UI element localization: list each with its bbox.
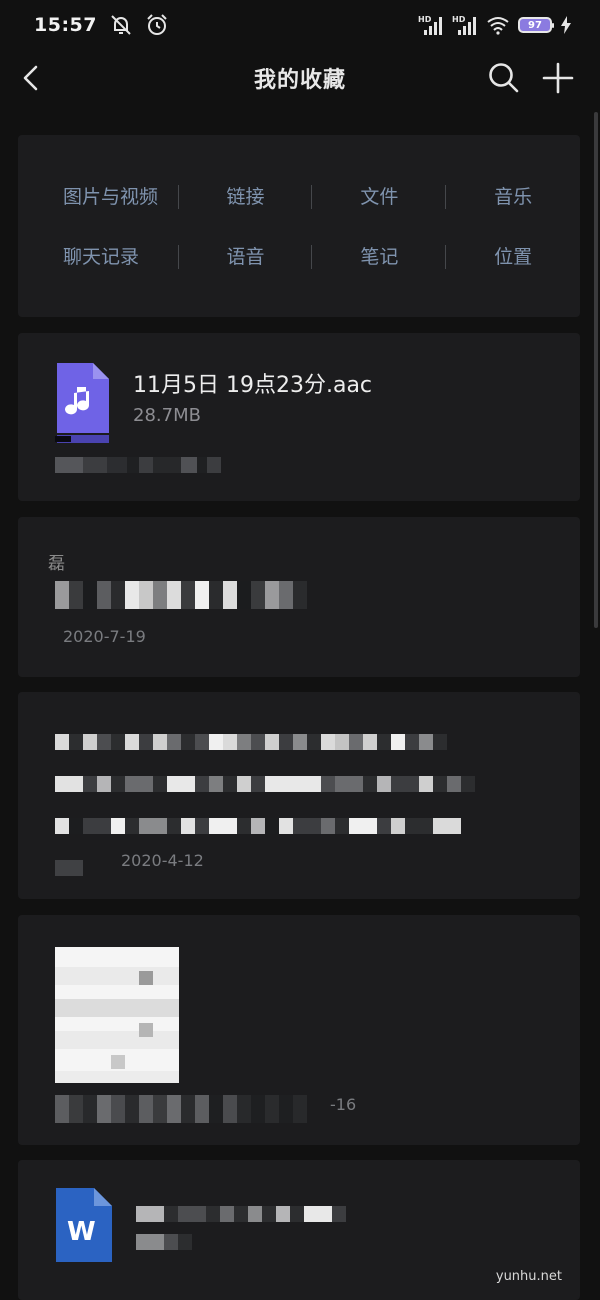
favorite-item-note[interactable]: 2020-4-12 <box>18 692 580 899</box>
music-file-icon <box>55 363 109 443</box>
blurred-text <box>55 776 475 792</box>
filter-location[interactable]: 位置 <box>446 235 580 275</box>
filter-links[interactable]: 链接 <box>179 175 313 215</box>
file-size: 28.7MB <box>133 405 201 426</box>
favorite-item-image[interactable]: -16 <box>18 915 580 1145</box>
watermark: yunhu.net <box>495 1269 562 1284</box>
blurred-text <box>136 1206 346 1222</box>
item-date: 2020-4-12 <box>121 851 204 870</box>
filter-chat-history[interactable]: 聊天记录 <box>18 235 179 275</box>
filter-images-videos[interactable]: 图片与视频 <box>18 175 179 215</box>
search-icon[interactable] <box>486 60 520 94</box>
status-right: HD HD 97 <box>418 14 572 36</box>
status-left: 15:57 <box>34 13 169 37</box>
item-date: 2020-7-19 <box>63 627 146 646</box>
signal-icon: HD <box>418 15 442 35</box>
add-icon[interactable] <box>540 60 576 96</box>
blurred-source <box>55 860 83 876</box>
svg-text:HD: HD <box>452 15 466 24</box>
battery-icon: 97 <box>518 17 554 33</box>
back-icon[interactable] <box>16 62 48 94</box>
filter-voice[interactable]: 语音 <box>179 235 313 275</box>
filter-panel: 图片与视频 链接 文件 音乐 聊天记录 语音 笔记 位置 <box>18 135 580 317</box>
filter-notes[interactable]: 笔记 <box>312 235 447 275</box>
filter-row: 图片与视频 链接 文件 音乐 <box>18 175 580 215</box>
battery-level: 97 <box>528 19 542 31</box>
favorite-item-chat[interactable]: 磊 2020-7-19 <box>18 517 580 677</box>
status-time: 15:57 <box>34 14 97 36</box>
svg-text:W: W <box>67 1217 96 1247</box>
item-date: -16 <box>330 1095 357 1114</box>
word-icon: W <box>56 1188 112 1262</box>
wifi-icon <box>487 17 509 35</box>
blurred-text <box>55 818 461 834</box>
blurred-text <box>55 734 447 750</box>
filter-files[interactable]: 文件 <box>312 175 447 215</box>
scrollbar[interactable] <box>594 112 598 628</box>
blurred-text <box>136 1234 192 1250</box>
status-bar: 15:57 HD HD 97 <box>0 0 600 50</box>
chat-snippet: 磊 <box>48 554 65 574</box>
filter-music[interactable]: 音乐 <box>446 175 580 215</box>
charging-icon <box>561 16 571 34</box>
blurred-text <box>55 581 307 609</box>
blurred-source <box>55 457 221 473</box>
nav-bar: 我的收藏 <box>0 50 600 106</box>
filter-row: 聊天记录 语音 笔记 位置 <box>18 235 580 275</box>
mute-icon <box>111 15 131 35</box>
svg-text:HD: HD <box>418 15 432 24</box>
signal-icon: HD <box>452 15 476 35</box>
page-title: 我的收藏 <box>253 68 346 93</box>
file-name: 11月5日 19点23分.aac <box>133 373 373 398</box>
alarm-icon <box>147 14 167 35</box>
blurred-source <box>55 1095 307 1123</box>
favorite-item-audio[interactable]: 11月5日 19点23分.aac 28.7MB <box>18 333 580 501</box>
image-thumbnail <box>55 947 179 1083</box>
